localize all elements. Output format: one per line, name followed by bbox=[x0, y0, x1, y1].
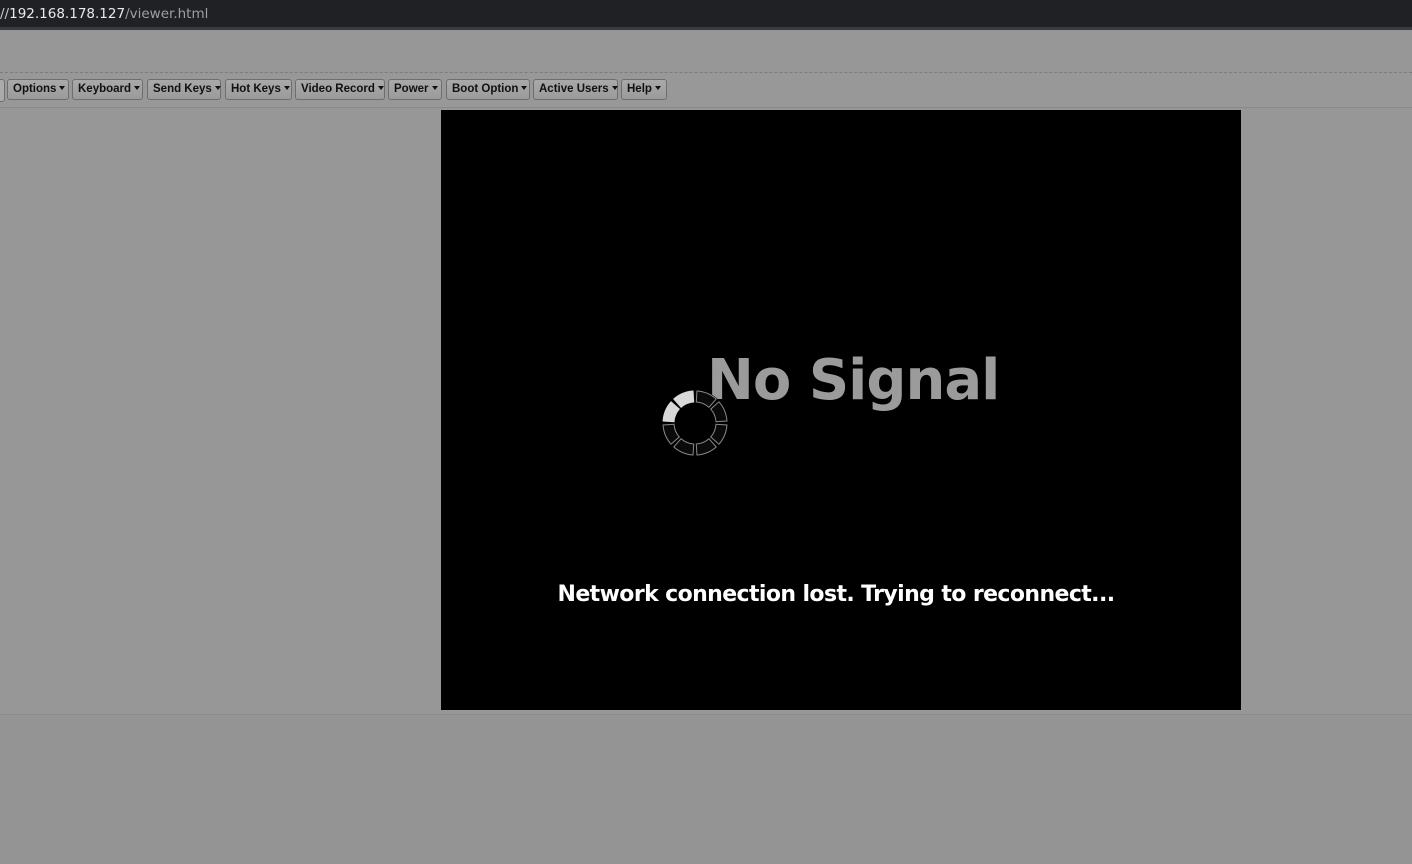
menu-boot-option[interactable]: Boot Option bbox=[446, 79, 530, 100]
caret-down-icon bbox=[134, 86, 141, 90]
url-host: 192.168.178.127 bbox=[9, 6, 126, 22]
caret-down-icon bbox=[283, 86, 290, 90]
menu-options-label: Options bbox=[13, 83, 57, 95]
caret-down-icon bbox=[654, 86, 661, 90]
connection-status-message: Network connection lost. Trying to recon… bbox=[557, 582, 1116, 607]
toolbar-partial-button[interactable] bbox=[0, 79, 5, 102]
menu-boot-option-label: Boot Option bbox=[452, 83, 519, 95]
url-prefix: // bbox=[0, 6, 10, 22]
menu-help[interactable]: Help bbox=[621, 79, 667, 100]
menu-active-users[interactable]: Active Users bbox=[533, 79, 618, 100]
menu-video-record-label: Video Record bbox=[301, 83, 375, 95]
remote-screen[interactable]: No Signal Network connection lost. Tryin… bbox=[441, 110, 1241, 710]
header-strip bbox=[0, 33, 1412, 73]
caret-down-icon bbox=[377, 86, 384, 90]
menu-keyboard-label: Keyboard bbox=[78, 83, 132, 95]
menu-hot-keys-label: Hot Keys bbox=[231, 83, 281, 95]
address-text[interactable]: //192.168.178.127/viewer.html bbox=[0, 0, 208, 29]
caret-down-icon bbox=[59, 86, 66, 90]
caret-down-icon bbox=[611, 86, 618, 90]
menu-send-keys-label: Send Keys bbox=[153, 83, 212, 95]
url-path: /viewer.html bbox=[125, 6, 209, 22]
menu-power[interactable]: Power bbox=[388, 79, 442, 100]
menu-power-label: Power bbox=[394, 83, 429, 95]
menu-send-keys[interactable]: Send Keys bbox=[147, 79, 221, 100]
loading-spinner-icon bbox=[662, 390, 728, 456]
caret-down-icon bbox=[521, 86, 528, 90]
caret-down-icon bbox=[431, 86, 438, 90]
menu-video-record[interactable]: Video Record bbox=[295, 79, 385, 100]
menu-options[interactable]: Options bbox=[7, 79, 69, 100]
menu-active-users-label: Active Users bbox=[539, 83, 609, 95]
no-signal-title: No Signal bbox=[707, 348, 1000, 413]
menu-hot-keys[interactable]: Hot Keys bbox=[225, 79, 292, 100]
menu-help-label: Help bbox=[627, 83, 652, 95]
menu-keyboard[interactable]: Keyboard bbox=[72, 79, 143, 100]
caret-down-icon bbox=[214, 86, 221, 90]
browser-url-bar[interactable]: //192.168.178.127/viewer.html bbox=[0, 0, 1412, 30]
status-region bbox=[0, 715, 1412, 864]
